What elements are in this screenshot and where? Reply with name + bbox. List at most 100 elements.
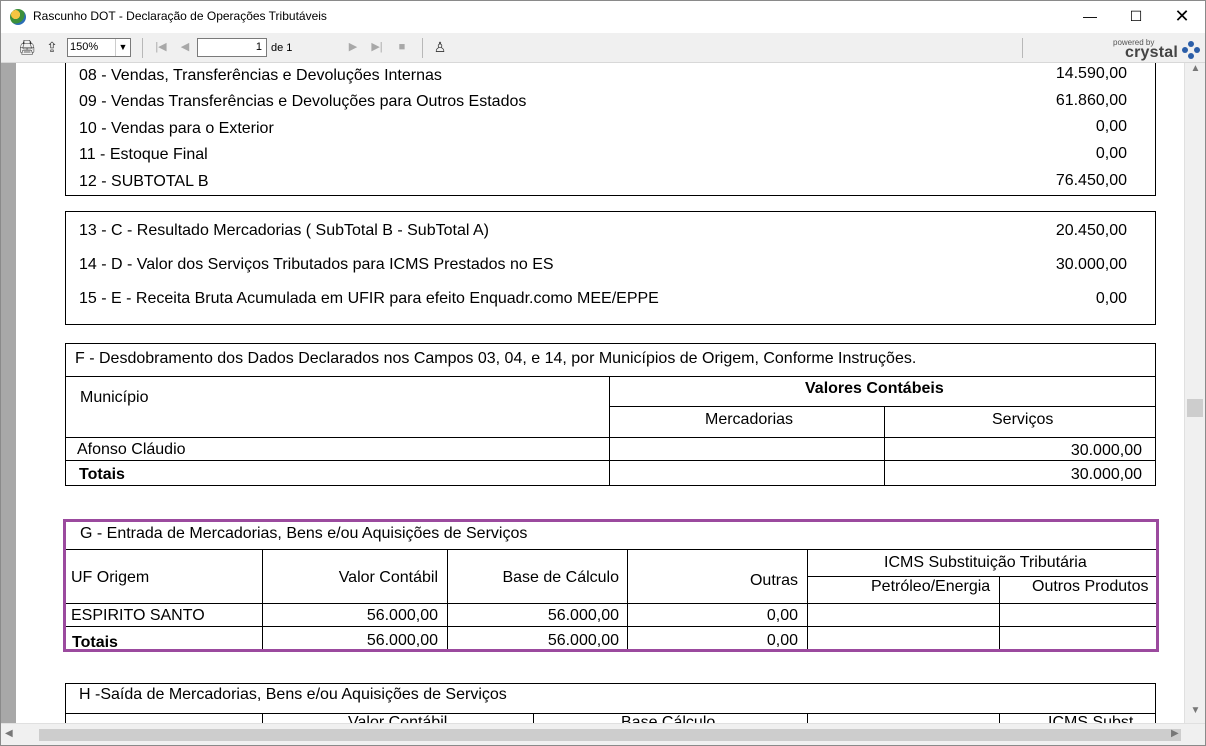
- row-10-label: 10 - Vendas para o Exterior: [79, 120, 274, 137]
- section-f-totals-servicos: 30.000,00: [1070, 466, 1142, 483]
- municipio-value: Afonso Cláudio: [77, 441, 186, 458]
- row-12-value: 76.450,00: [1055, 172, 1127, 189]
- zoom-select[interactable]: 150% ▼: [67, 38, 131, 57]
- valores-contabeis-header: Valores Contábeis: [805, 380, 944, 397]
- row-15-label: 15 - E - Receita Bruta Acumulada em UFIR…: [79, 290, 659, 307]
- section-h-base-header: Base Cálculo: [621, 714, 716, 723]
- horizontal-scroll-thumb[interactable]: [39, 729, 1181, 741]
- page-count: de 1: [271, 42, 293, 54]
- row-08-label: 08 - Vendas, Transferências e Devoluções…: [79, 67, 442, 84]
- crystal-logo: powered by crystal: [1109, 36, 1201, 62]
- section-f-divider: [609, 376, 610, 486]
- left-report-margin: [1, 63, 16, 723]
- municipio-servicos-value: 30.000,00: [1070, 442, 1142, 459]
- mercadorias-header: Mercadorias: [705, 411, 794, 428]
- maximize-button[interactable]: ☐: [1113, 1, 1159, 33]
- section-h-valor-header: Valor Contábil: [348, 714, 448, 723]
- section-g-totals-outras: 0,00: [766, 632, 798, 649]
- petroleo-energia-header: Petróleo/Energia: [871, 578, 991, 595]
- row-13-value: 20.450,00: [1055, 222, 1127, 239]
- section-g-totals-base: 56.000,00: [547, 632, 619, 649]
- crystal-dots-icon: [1182, 40, 1200, 59]
- window-title: Rascunho DOT - Declaração de Operações T…: [33, 9, 327, 23]
- section-h-divider: [262, 713, 263, 723]
- section-f-divider: [609, 406, 1156, 407]
- section-f-divider: [65, 376, 1156, 377]
- toolbar-separator: [422, 38, 423, 58]
- vertical-scroll-thumb[interactable]: [1187, 399, 1203, 417]
- section-g-totals-label: Totais: [72, 634, 118, 651]
- section-f-divider: [65, 460, 1156, 461]
- section-h-divider: [533, 713, 534, 723]
- section-f-divider: [884, 406, 885, 486]
- section-f-title: F - Desdobramento dos Dados Declarados n…: [75, 350, 917, 367]
- scroll-up-icon[interactable]: ▲: [1190, 63, 1201, 79]
- scroll-down-icon[interactable]: ▼: [1190, 705, 1201, 721]
- row-15-value: 0,00: [1095, 290, 1127, 307]
- section-h-divider: [65, 713, 1156, 714]
- valor-contabil-header: Valor Contábil: [338, 569, 438, 586]
- section-h-divider: [807, 713, 808, 723]
- close-button[interactable]: ✕: [1159, 1, 1205, 33]
- app-icon: [10, 9, 26, 25]
- row-13-label: 13 - C - Resultado Mercadorias ( SubTota…: [79, 222, 489, 239]
- valor-contabil-value: 56.000,00: [366, 607, 438, 624]
- servicos-header: Serviços: [992, 411, 1054, 428]
- section-g-divider: [627, 549, 628, 649]
- section-g-divider: [262, 549, 263, 649]
- section-g-divider: [66, 549, 1156, 550]
- title-bar: Rascunho DOT - Declaração de Operações T…: [1, 1, 1205, 33]
- stop-icon[interactable]: ■: [393, 38, 411, 56]
- last-page-icon[interactable]: ▶|: [368, 38, 386, 56]
- section-h-icms-header: ICMS Subst: [1048, 714, 1134, 723]
- vertical-scrollbar[interactable]: ▲ ▼: [1184, 63, 1205, 723]
- section-g-divider: [66, 626, 1156, 627]
- section-g-title: G - Entrada de Mercadorias, Bens e/ou Aq…: [80, 525, 528, 542]
- crystal-logo-text: crystal: [1125, 44, 1178, 61]
- uf-origem-header: UF Origem: [71, 569, 150, 586]
- print-icon[interactable]: 🖨: [18, 38, 36, 56]
- row-14-label: 14 - D - Valor dos Serviços Tributados p…: [79, 256, 554, 273]
- section-h-title: H -Saída de Mercadorias, Bens e/ou Aquis…: [79, 686, 507, 703]
- outras-value: 0,00: [766, 607, 798, 624]
- section-g-divider: [447, 549, 448, 649]
- row-09-value: 61.860,00: [1055, 92, 1127, 109]
- section-f-divider: [65, 437, 1156, 438]
- scroll-left-icon[interactable]: ◀: [5, 728, 13, 739]
- row-12-label: 12 - SUBTOTAL B: [79, 173, 209, 190]
- outros-produtos-header: Outros Produtos: [1032, 578, 1149, 595]
- export-icon[interactable]: ⇪: [43, 38, 61, 56]
- outras-header: Outras: [749, 572, 798, 589]
- row-09-label: 09 - Vendas Transferências e Devoluções …: [79, 93, 527, 110]
- next-page-icon[interactable]: ▶: [344, 38, 362, 56]
- page-number-input[interactable]: 1: [197, 38, 267, 57]
- report-toolbar: 🖨 ⇪ 150% ▼ |◀ ◀ 1 de 1 ▶ ▶| ■ ♙ powered …: [1, 33, 1205, 63]
- report-preview: 08 - Vendas, Transferências e Devoluções…: [16, 63, 1184, 723]
- scroll-right-icon[interactable]: ▶: [1171, 728, 1179, 739]
- base-calculo-value: 56.000,00: [547, 607, 619, 624]
- toolbar-separator: [1022, 38, 1023, 58]
- search-icon[interactable]: ♙: [431, 38, 449, 56]
- section-h-divider: [999, 713, 1000, 723]
- icms-substituicao-header: ICMS Substituição Tributária: [884, 554, 1087, 571]
- previous-page-icon[interactable]: ◀: [176, 38, 194, 56]
- zoom-value: 150%: [70, 41, 99, 53]
- horizontal-scrollbar[interactable]: ◀ ▶: [1, 723, 1205, 745]
- row-08-value: 14.590,00: [1055, 65, 1127, 82]
- first-page-icon[interactable]: |◀: [152, 38, 170, 56]
- row-11-label: 11 - Estoque Final: [79, 146, 208, 163]
- section-g-divider: [999, 576, 1000, 649]
- report-window: Rascunho DOT - Declaração de Operações T…: [0, 0, 1206, 746]
- section-g-divider: [66, 603, 1156, 604]
- row-14-value: 30.000,00: [1055, 256, 1127, 273]
- row-11-value: 0,00: [1095, 145, 1127, 162]
- base-calculo-header: Base de Cálculo: [502, 569, 619, 586]
- section-g-totals-valor: 56.000,00: [366, 632, 438, 649]
- uf-value: ESPIRITO SANTO: [71, 607, 205, 624]
- section-g-divider: [807, 549, 808, 649]
- minimize-button[interactable]: —: [1067, 1, 1113, 33]
- section-f-totals-label: Totais: [79, 466, 125, 483]
- chevron-down-icon: ▼: [115, 39, 130, 56]
- toolbar-separator: [142, 38, 143, 58]
- row-10-value: 0,00: [1095, 118, 1127, 135]
